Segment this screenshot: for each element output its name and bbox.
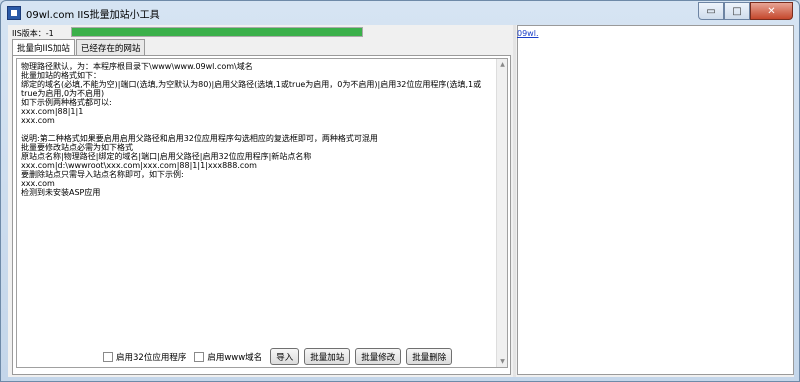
batch-delete-button[interactable]: 批量删除 [406, 348, 453, 365]
enable-32bit-checkbox[interactable]: 启用32位应用程序 [103, 351, 186, 363]
client-area: IIS版本：-1 批量向IIS加站 已经存在的网站 物理路径默认，为：本程序根目… [8, 25, 794, 377]
window-title: 09wl.com IIS批量加站小工具 [26, 10, 160, 21]
right-pane [517, 25, 794, 375]
close-icon: ✕ [767, 5, 776, 17]
iis-version-label: IIS版本：-1 [12, 29, 54, 38]
splitter[interactable] [513, 25, 516, 377]
batch-edit-button[interactable]: 批量修改 [355, 348, 402, 365]
checkbox-box[interactable] [103, 351, 113, 362]
vertical-scrollbar[interactable]: ▲ ▼ [496, 59, 507, 367]
maximize-button[interactable]: □ [724, 2, 750, 20]
title-bar[interactable]: 09wl.com IIS批量加站小工具 ▭ □ ✕ [1, 1, 799, 25]
progress-bar [71, 27, 363, 37]
tab-panel: 物理路径默认，为：本程序根目录下\www\www.09wl.com\域名 批量加… [12, 55, 511, 375]
site-list-textarea[interactable]: 物理路径默认，为：本程序根目录下\www\www.09wl.com\域名 批量加… [16, 58, 508, 368]
enable-www-label: 启用www域名 [207, 352, 263, 363]
window-controls: ▭ □ ✕ [698, 2, 793, 20]
site-list-text: 物理路径默认，为：本程序根目录下\www\www.09wl.com\域名 批量加… [21, 62, 482, 197]
tab-existing-sites[interactable]: 已经存在的网站 [75, 39, 146, 55]
app-window: 09wl.com IIS批量加站小工具 ▭ □ ✕ IIS版本：-1 批量向II… [0, 0, 800, 382]
progress-fill [72, 28, 362, 36]
enable-www-checkbox[interactable]: 启用www域名 [194, 351, 262, 363]
tab-batch-add[interactable]: 批量向IIS加站 [12, 39, 75, 56]
scroll-up-icon[interactable]: ▲ [498, 60, 507, 69]
minimize-icon: ▭ [706, 5, 716, 17]
site-link[interactable]: 09wl. [517, 29, 539, 38]
batch-add-button[interactable]: 批量加站 [304, 348, 351, 365]
tab-strip: 批量向IIS加站 已经存在的网站 [12, 39, 146, 56]
checkbox-box[interactable] [194, 351, 205, 362]
close-button[interactable]: ✕ [750, 2, 793, 20]
minimize-button[interactable]: ▭ [698, 2, 724, 20]
maximize-icon: □ [732, 5, 742, 17]
scroll-down-icon[interactable]: ▼ [498, 357, 507, 366]
app-icon [7, 6, 21, 20]
action-bar: 启用32位应用程序 启用www域名 导入 批量加站 批量修改 批量删除 [103, 348, 457, 365]
import-button[interactable]: 导入 [270, 348, 300, 365]
enable-32bit-label: 启用32位应用程序 [116, 352, 187, 363]
